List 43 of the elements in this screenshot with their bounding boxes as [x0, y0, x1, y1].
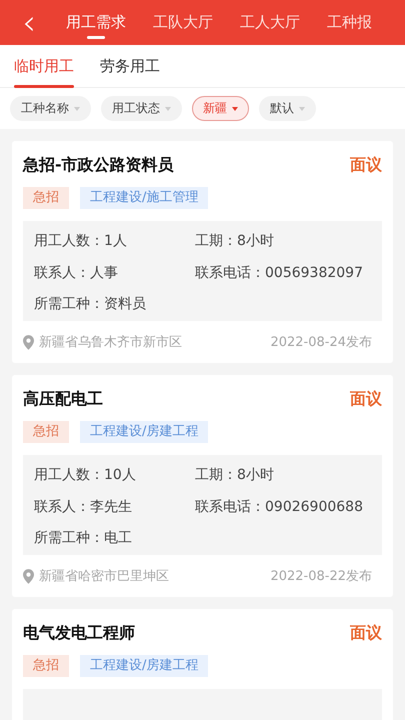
location-pin-icon: [23, 334, 34, 350]
back-button[interactable]: ‹: [14, 2, 44, 42]
detail-text: 联系电话：09026900688: [195, 498, 364, 517]
category-tag: 工程建设/施工管理: [80, 187, 208, 209]
caret-icon: [232, 106, 238, 110]
sub-tab[interactable]: 劳务用工: [100, 45, 160, 88]
salary-text: 面议: [350, 389, 382, 410]
detail-text: 所需工种：电工: [34, 529, 133, 548]
date-text: 2022-08-22发布: [270, 568, 372, 585]
detail-text: 工期：8小时: [195, 466, 275, 485]
filter-dropdown[interactable]: 新疆: [192, 96, 249, 121]
detail-text: 用工人数：1人: [34, 232, 128, 251]
salary-text: 面议: [350, 155, 382, 176]
job-card[interactable]: 电气发电工程师 面议 急招 工程建设/房建工程: [12, 609, 393, 720]
job-card[interactable]: 急招-市政公路资料员 面议 急招 工程建设/施工管理 用工人数：1人 工期：8小时 联系人：人事 联系电话：00569382097 所需工种：资料员 新疆省乌鲁木齐市新市区 2022-08-24发布: [12, 141, 393, 363]
detail-text: 工期：8小时: [195, 232, 275, 251]
filter-dropdown[interactable]: 用工状态: [101, 96, 182, 121]
location-text: 新疆省乌鲁木齐市新市区: [39, 334, 182, 351]
caret-icon: [299, 106, 305, 110]
job-title: 急招-市政公路资料员: [23, 155, 174, 176]
urgent-tag: 急招: [23, 421, 69, 443]
caret-icon: [74, 106, 80, 110]
job-card[interactable]: 高压配电工 面议 急招 工程建设/房建工程 用工人数：10人 工期：8小时 联系人：李先生 联系电话：09026900688 所需工种：电工 新疆省哈密市巴里坤区 2022-08-22发布: [12, 375, 393, 597]
urgent-tag: 急招: [23, 655, 69, 677]
job-title: 高压配电工: [23, 389, 103, 410]
detail-text: 用工人数：10人: [34, 466, 137, 485]
salary-text: 面议: [350, 623, 382, 644]
date-text: 2022-08-24发布: [270, 334, 372, 351]
category-tag: 工程建设/房建工程: [80, 421, 208, 443]
detail-text: 联系人：人事: [34, 264, 119, 283]
detail-text: 联系电话：00569382097: [195, 264, 364, 283]
filter-dropdown[interactable]: 默认: [259, 96, 316, 121]
detail-text: 所需工种：资料员: [34, 295, 147, 314]
category-tag: 工程建设/房建工程: [80, 655, 208, 677]
sub-tab[interactable]: 临时用工: [14, 45, 74, 88]
detail-text: 联系人：李先生: [34, 498, 133, 517]
location-text: 新疆省哈密市巴里坤区: [39, 568, 169, 585]
urgent-tag: 急招: [23, 187, 69, 209]
nav-tab[interactable]: 用工需求: [66, 0, 126, 45]
job-title: 电气发电工程师: [23, 623, 135, 644]
filter-dropdown[interactable]: 工种名称: [10, 96, 91, 121]
caret-icon: [165, 106, 171, 110]
location-pin-icon: [23, 568, 34, 584]
